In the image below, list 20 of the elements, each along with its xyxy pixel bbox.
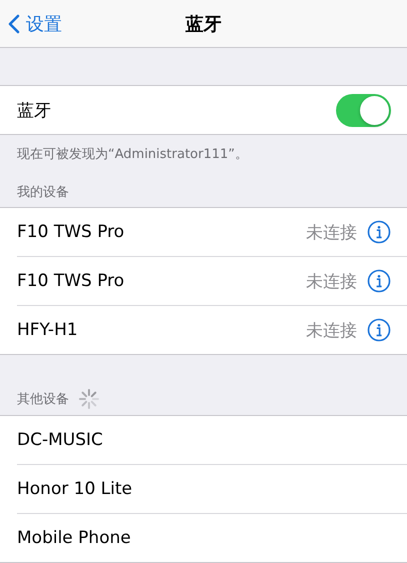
device-name[interactable]: HFY-H1 [17,320,306,340]
info-icon[interactable] [367,318,391,342]
chevron-icon [8,14,20,34]
info-icon[interactable] [367,220,391,244]
back-button[interactable]: 设置 [0,0,62,47]
device-name[interactable]: DC-MUSIC [17,430,391,450]
section-header: 其他设备 [17,391,69,408]
device-name[interactable]: Honor 10 Lite [17,479,391,499]
device-status: 未连接 [306,320,357,342]
bluetooth-toggle[interactable] [336,94,391,126]
device-name[interactable]: F10 TWS Pro [17,271,306,291]
device-status: 未连接 [306,270,357,292]
device-status: 未连接 [306,222,357,244]
info-icon[interactable] [367,269,391,293]
section-header: 我的设备 [17,184,69,201]
discoverable-note: 现在可被发现为“Administrator111”。 [16,146,249,163]
bluetooth-label: 蓝牙 [17,100,52,122]
page-title: 蓝牙 [186,12,222,36]
device-name[interactable]: Mobile Phone [17,528,391,548]
device-name[interactable]: F10 TWS Pro [17,222,306,242]
